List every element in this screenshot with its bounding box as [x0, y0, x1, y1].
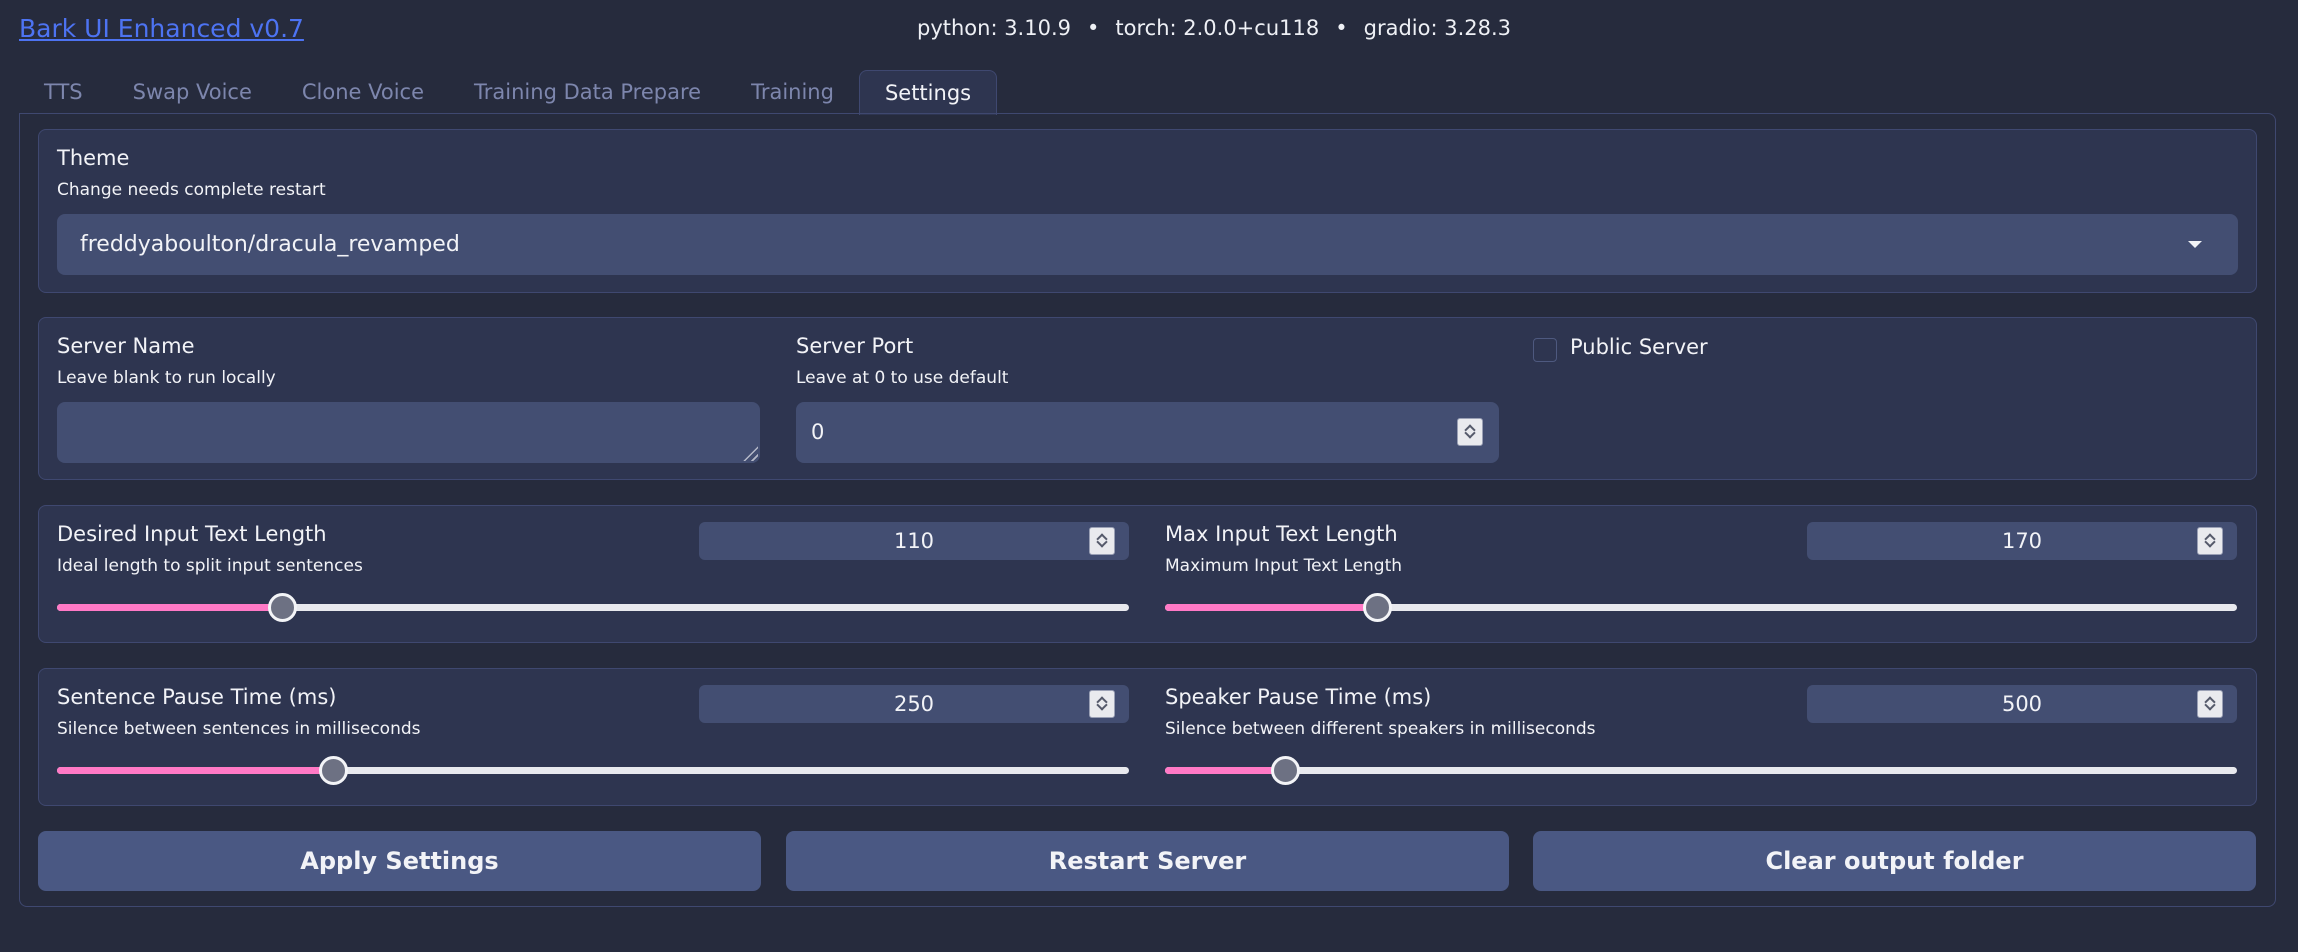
tab-swap-voice[interactable]: Swap Voice — [108, 70, 277, 114]
desired-length-slider[interactable] — [57, 592, 1129, 622]
max-length-info: Maximum Input Text Length — [1165, 556, 1403, 576]
server-port-info: Leave at 0 to use default — [796, 368, 1009, 388]
server-block: Server Name Leave blank to run locally S… — [38, 317, 2257, 480]
max-length-value: 170 — [2001, 529, 2043, 553]
slider-thumb[interactable] — [1363, 593, 1393, 622]
speaker-pause-number[interactable]: 500 — [1807, 685, 2237, 723]
sentence-pause-slider[interactable] — [57, 755, 1129, 785]
chevron-down-icon — [2188, 241, 2202, 248]
slider-fill — [57, 767, 333, 774]
slider-fill — [57, 604, 283, 611]
speaker-pause-slider[interactable] — [1165, 755, 2237, 785]
separator: • — [1087, 16, 1100, 40]
theme-dropdown[interactable]: freddyaboulton/dracula_revamped — [57, 214, 2238, 275]
desired-length-number[interactable]: 110 — [699, 522, 1129, 560]
desired-length-value: 110 — [893, 529, 935, 553]
speaker-pause-spinner-icon[interactable] — [2197, 690, 2223, 718]
python-version: python: 3.10.9 — [916, 16, 1071, 40]
theme-info: Change needs complete restart — [57, 180, 326, 200]
tab-clone-voice[interactable]: Clone Voice — [277, 70, 449, 114]
restart-server-button[interactable]: Restart Server — [786, 831, 1509, 891]
resize-handle-icon[interactable] — [740, 443, 758, 461]
tab-settings[interactable]: Settings — [858, 70, 998, 115]
server-name-label: Server Name — [57, 334, 195, 358]
public-server-label[interactable]: Public Server — [1570, 335, 1708, 359]
server-port-value: 0 — [811, 420, 825, 444]
speaker-pause-value: 500 — [2001, 692, 2043, 716]
desired-length-spinner-icon[interactable] — [1089, 527, 1115, 555]
theme-selected-value: freddyaboulton/dracula_revamped — [80, 232, 460, 257]
separator: • — [1335, 16, 1348, 40]
server-name-info: Leave blank to run locally — [57, 368, 276, 388]
desired-length-label: Desired Input Text Length — [57, 522, 327, 546]
theme-label: Theme — [57, 146, 130, 170]
tab-bar: TTS Swap Voice Clone Voice Training Data… — [19, 70, 998, 115]
max-length-label: Max Input Text Length — [1165, 522, 1398, 546]
apply-settings-button[interactable]: Apply Settings — [38, 831, 761, 891]
slider-fill — [1165, 604, 1378, 611]
slider-thumb[interactable] — [318, 756, 348, 785]
server-port-label: Server Port — [796, 334, 914, 358]
text-length-block: Desired Input Text Length Ideal length t… — [38, 505, 2257, 643]
pause-time-block: Sentence Pause Time (ms) Silence between… — [38, 668, 2257, 806]
slider-track — [1165, 767, 2237, 774]
tab-tts[interactable]: TTS — [19, 70, 108, 114]
speaker-pause-info: Silence between different speakers in mi… — [1165, 719, 1596, 739]
public-server-checkbox[interactable] — [1533, 338, 1557, 362]
sentence-pause-info: Silence between sentences in millisecond… — [57, 719, 421, 739]
version-info: python: 3.10.9 • torch: 2.0.0+cu118 • gradio… — [0, 16, 2298, 40]
server-port-input[interactable]: 0 — [796, 402, 1499, 463]
slider-fill — [1165, 767, 1286, 774]
torch-version: torch: 2.0.0+cu118 — [1115, 16, 1320, 40]
tab-training[interactable]: Training — [726, 70, 859, 114]
max-length-number[interactable]: 170 — [1807, 522, 2237, 560]
server-name-input[interactable] — [57, 402, 760, 463]
tab-training-data-prepare[interactable]: Training Data Prepare — [449, 70, 726, 114]
speaker-pause-label: Speaker Pause Time (ms) — [1165, 685, 1432, 709]
desired-length-info: Ideal length to split input sentences — [57, 556, 363, 576]
clear-output-folder-button[interactable]: Clear output folder — [1533, 831, 2256, 891]
sentence-pause-label: Sentence Pause Time (ms) — [57, 685, 337, 709]
max-length-slider[interactable] — [1165, 592, 2237, 622]
max-length-spinner-icon[interactable] — [2197, 527, 2223, 555]
header: Bark UI Enhanced v0.7 python: 3.10.9 • tor… — [0, 0, 2298, 60]
slider-thumb[interactable] — [1271, 756, 1301, 785]
sentence-pause-number[interactable]: 250 — [699, 685, 1129, 723]
sentence-pause-value: 250 — [893, 692, 935, 716]
slider-thumb[interactable] — [268, 593, 298, 622]
theme-block: Theme Change needs complete restart fred… — [38, 129, 2257, 293]
sentence-pause-spinner-icon[interactable] — [1089, 690, 1115, 718]
gradio-version: gradio: 3.28.3 — [1363, 16, 1511, 40]
port-spinner-icon[interactable] — [1457, 418, 1483, 446]
